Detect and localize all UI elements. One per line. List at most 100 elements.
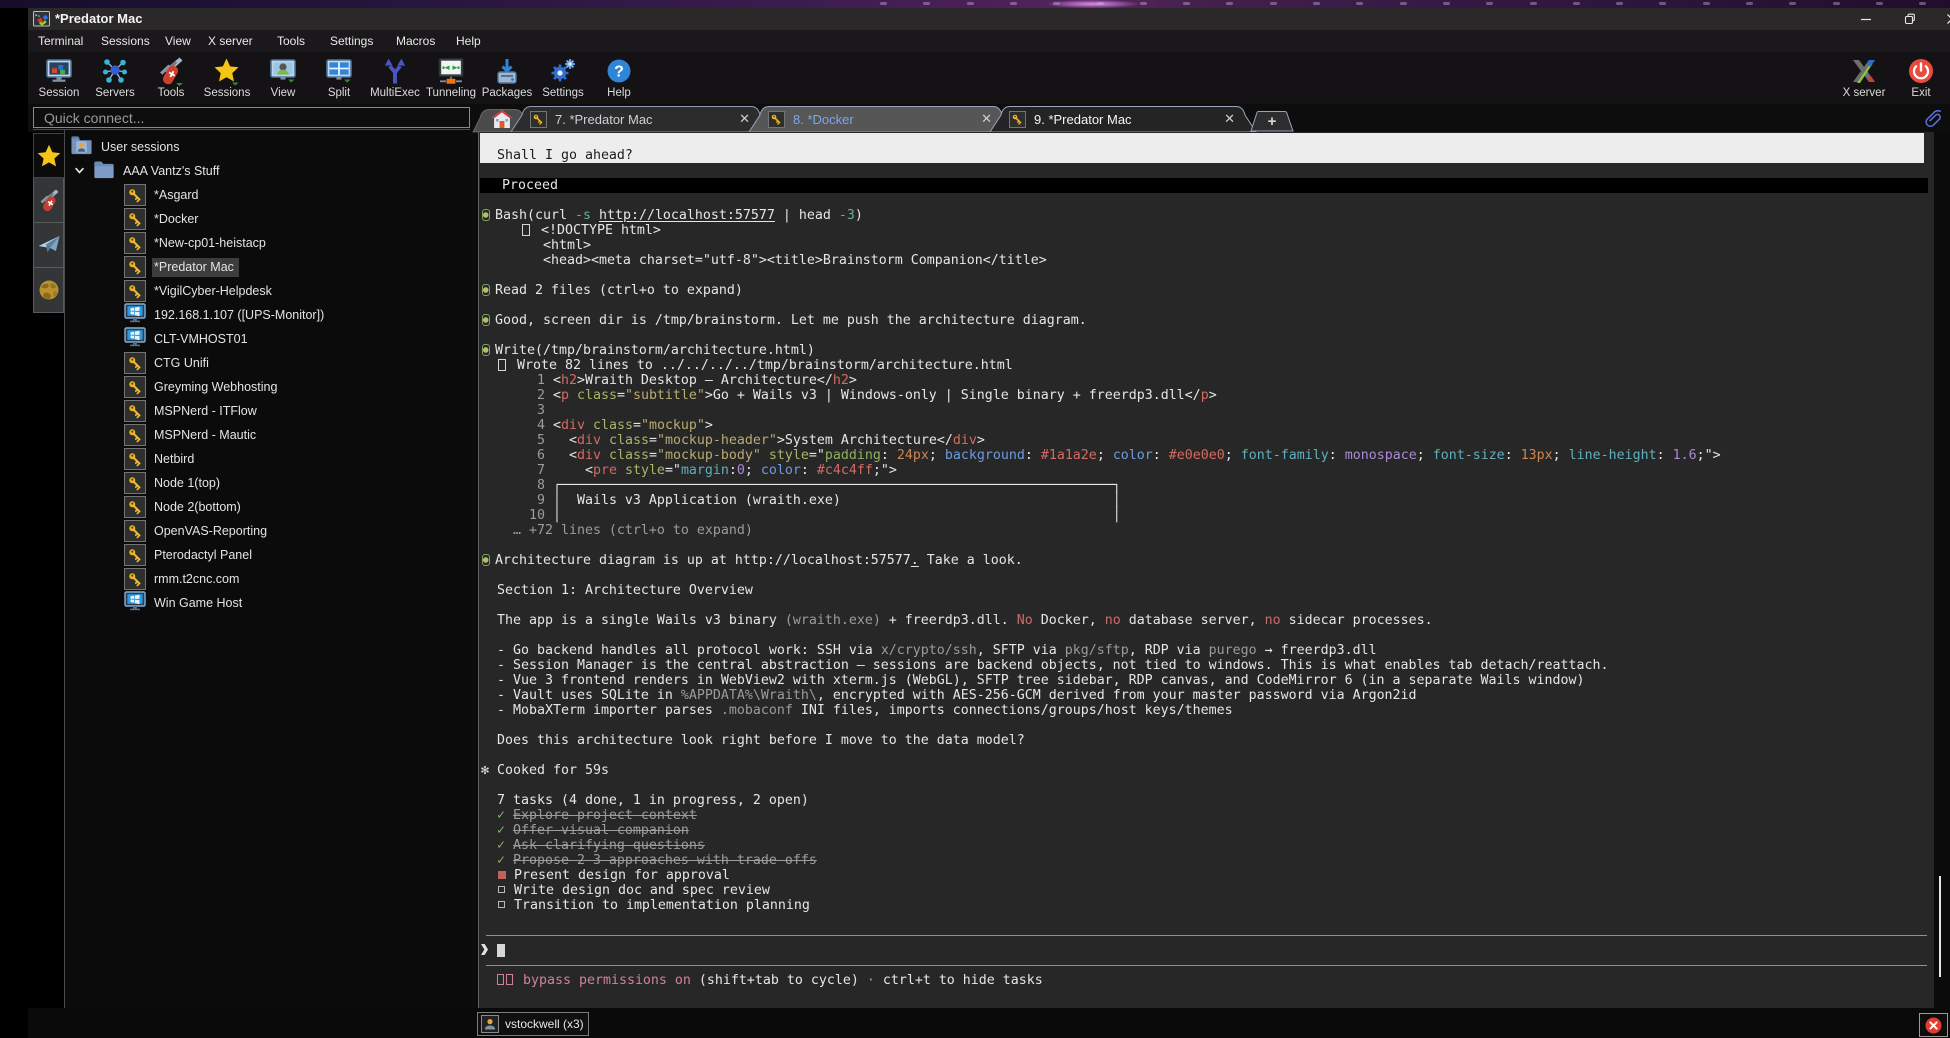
menu-item-view[interactable]: View: [161, 33, 195, 49]
terminal-text: 3: [481, 403, 545, 418]
tab-7-predator-mac[interactable]: 7. *Predator Mac✕: [524, 106, 758, 132]
title-bar[interactable]: *Predator Mac: [28, 8, 1950, 30]
close-terminal-icon: [1925, 1017, 1942, 1034]
terminal-row: 7 tasks (4 done, 1 in progress, 2 open): [480, 793, 809, 808]
taskbar-icon-dash: [1833, 2, 1840, 5]
toolbar-button-tunneling[interactable]: Tunneling: [423, 54, 479, 103]
menu-item-terminal[interactable]: Terminal: [34, 33, 87, 49]
tree-item-predator-mac[interactable]: *Predator Mac: [65, 255, 470, 279]
tree-item-user-sessions[interactable]: User sessions: [65, 135, 470, 159]
tab-9-predator-mac[interactable]: 9. *Predator Mac✕: [1003, 106, 1243, 132]
menu-item-sessions[interactable]: Sessions: [97, 33, 154, 49]
tree-item-aaa-vantz-s-stuff[interactable]: AAA Vantz's Stuff: [65, 159, 470, 183]
new-tab-button[interactable]: +: [1249, 111, 1295, 132]
terminal-row: [480, 163, 481, 178]
scrollbar-thumb[interactable]: [1939, 876, 1941, 977]
rail-tab-globe[interactable]: [33, 268, 64, 313]
taskbar-icon-dash: [1097, 2, 1104, 5]
tree-item-win-game-host[interactable]: Win Game Host: [65, 591, 470, 615]
restore-button[interactable]: [1888, 8, 1932, 30]
toolbar-button-session[interactable]: Session: [31, 54, 87, 103]
rail-tab-star[interactable]: [33, 133, 64, 178]
tree-item-node-1-top[interactable]: Node 1(top): [65, 471, 470, 495]
toolbar-button-packages[interactable]: Packages: [479, 54, 535, 103]
bypass-mode-icon: [506, 974, 513, 985]
toolbar-button-settings[interactable]: Settings: [535, 54, 591, 103]
toolbar-button-exit[interactable]: Exit: [1893, 54, 1949, 103]
tree-item-netbird[interactable]: Netbird: [65, 447, 470, 471]
terminal-row: <html>: [480, 238, 591, 253]
toolbar-button-sessions[interactable]: Sessions: [199, 54, 255, 103]
multiexec-icon: [380, 56, 410, 86]
quick-connect-input[interactable]: [33, 107, 470, 128]
terminal-row: [480, 568, 481, 583]
tree-item-rmm-t2cnc-com[interactable]: rmm.t2cnc.com: [65, 567, 470, 591]
menu-item-tools[interactable]: Tools: [273, 33, 309, 49]
terminal-text: font-family: [1241, 448, 1329, 463]
menu-bar: Terminal Sessions View X server Tools Setting…: [28, 30, 1950, 52]
close-button[interactable]: [1930, 8, 1950, 30]
terminal-text: Read 2 files (ctrl+o to expand): [495, 283, 743, 298]
toolbar-button-tools[interactable]: Tools: [143, 54, 199, 103]
rail-tab-knife[interactable]: [33, 178, 64, 223]
tree-item-ctg-unifi[interactable]: CTG Unifi: [65, 351, 470, 375]
toolbar-button-xserver[interactable]: X server: [1836, 54, 1892, 103]
terminal-area[interactable]: Shall I go ahead? ProceedBash(curl -s ht…: [478, 132, 1934, 1008]
tree-item-mspnerd-itflow[interactable]: MSPNerd - ITFlow: [65, 399, 470, 423]
tree-item-openvas-reporting[interactable]: OpenVAS-Reporting: [65, 519, 470, 543]
menu-item-macros[interactable]: Macros: [392, 33, 439, 49]
toolbar-button-multiexec[interactable]: MultiExec: [367, 54, 423, 103]
prompt-chevron-icon: [481, 944, 488, 955]
terminal-scrollbar[interactable]: [1934, 132, 1950, 1008]
terminal-text: Transition to implementation planning: [514, 898, 810, 913]
tree-item-docker[interactable]: *Docker: [65, 207, 470, 231]
monitor-icon: [124, 326, 146, 353]
terminal-row: [480, 943, 505, 958]
terminal-text: :: [801, 463, 817, 478]
tree-item-vigilcyber-helpdesk[interactable]: *VigilCyber-Helpdesk: [65, 279, 470, 303]
terminal-text: no: [1265, 613, 1281, 628]
menu-item-x-server[interactable]: X server: [204, 33, 257, 49]
toolbar-label: Servers: [87, 87, 143, 99]
rail-tab-plane[interactable]: [33, 223, 64, 268]
terminal-row: Proceed: [480, 178, 1928, 193]
tab-label: 8. *Docker: [793, 112, 854, 127]
input-box-border: [486, 935, 1927, 936]
toolbar-button-view[interactable]: View: [255, 54, 311, 103]
tree-item-asgard[interactable]: *Asgard: [65, 183, 470, 207]
terminal-text: Offer visual companion: [513, 823, 689, 838]
tree-item-greyming-webhosting[interactable]: Greyming Webhosting: [65, 375, 470, 399]
tree-item-192-168-1-107-ups-monitor[interactable]: 192.168.1.107 ([UPS-Monitor]): [65, 303, 470, 327]
toolbar-label: Settings: [535, 87, 591, 99]
toolbar-button-help[interactable]: ? Help: [591, 54, 647, 103]
terminal-text: color: [761, 463, 801, 478]
attach-paperclip-icon[interactable]: [1924, 109, 1943, 128]
tab-close-icon[interactable]: ✕: [1222, 111, 1237, 127]
tree-item-pterodactyl-panel[interactable]: Pterodactyl Panel: [65, 543, 470, 567]
tree-top-border: [33, 129, 64, 130]
menu-item-help[interactable]: Help: [452, 33, 485, 49]
status-user-button[interactable]: vstockwell (x3): [477, 1012, 589, 1036]
terminal-text: ┌───────────────────────────────────────…: [553, 478, 1121, 493]
tree-item-mspnerd-mautic[interactable]: MSPNerd - Mautic: [65, 423, 470, 447]
sidebar-splitter[interactable]: [470, 132, 478, 1008]
terminal-text: :: [1657, 448, 1673, 463]
terminal-text: ✓: [481, 808, 513, 823]
tree-item-node-2-bottom[interactable]: Node 2(bottom): [65, 495, 470, 519]
task-open-icon: [498, 901, 505, 908]
packages-icon: [492, 56, 522, 86]
tree-item-new-cp01-heistacp[interactable]: *New-cp01-heistacp: [65, 231, 470, 255]
menu-item-settings[interactable]: Settings: [326, 33, 377, 49]
status-close-button[interactable]: [1919, 1013, 1948, 1037]
taskbar-icon-dash: [1616, 2, 1623, 5]
minimize-button[interactable]: [1844, 8, 1888, 30]
toolbar-button-servers[interactable]: Servers: [87, 54, 143, 103]
chevron-down-icon[interactable]: [74, 164, 85, 178]
terminal-text: <: [553, 388, 561, 403]
terminal-text: - Go backend handles all protocol work: …: [481, 643, 881, 658]
toolbar-button-split[interactable]: Split: [311, 54, 367, 103]
terminal-text: Proceed: [486, 178, 558, 193]
terminal-text: Write design doc and spec review: [514, 883, 770, 898]
tab-8-docker[interactable]: 8. *Docker✕: [762, 106, 1000, 132]
tree-item-clt-vmhost01[interactable]: CLT-VMHOST01: [65, 327, 470, 351]
